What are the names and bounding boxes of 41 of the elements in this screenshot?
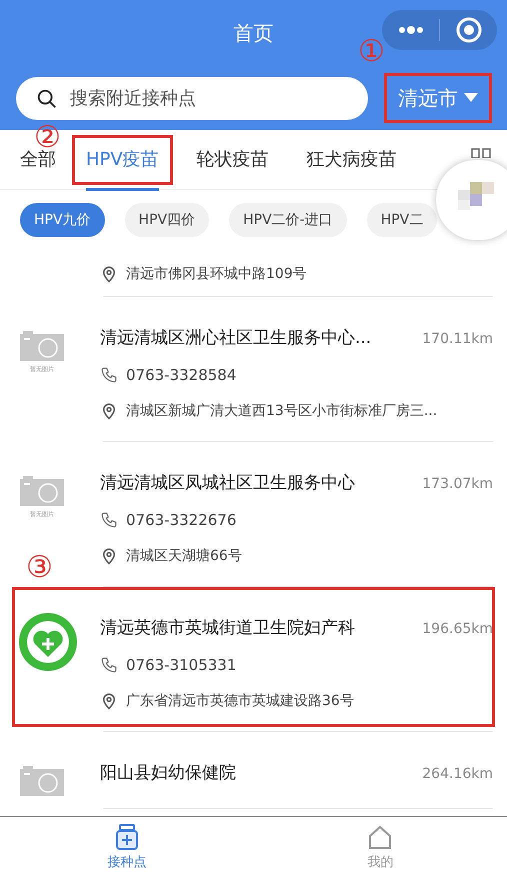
address-text: 清城区新城广清大道西13号区小市街标准厂房三... xyxy=(126,402,438,420)
page-title: 首页 xyxy=(234,20,274,46)
site-name: 清远清城区洲心社区卫生服务中心... xyxy=(100,327,372,350)
annotation-number: ① xyxy=(358,37,385,67)
phone-icon xyxy=(100,656,118,674)
address-text: 清城区天湖塘66号 xyxy=(126,546,242,566)
category-tab[interactable]: 轮状疫苗 xyxy=(182,134,283,184)
address-text: 清远市佛冈县环城中路109号 xyxy=(126,264,307,284)
phone-icon xyxy=(100,511,118,529)
filter-chip[interactable]: HPV四价 xyxy=(124,203,210,237)
location-pin-icon xyxy=(100,692,118,710)
nav-tab[interactable]: 接种点 xyxy=(0,817,254,878)
distance-text: 264.16km xyxy=(422,764,493,784)
site-name: 阳山县妇幼保健院 xyxy=(100,762,236,786)
distance-text: 173.07km xyxy=(422,474,493,494)
phone-number: 0763-3322676 xyxy=(126,510,236,531)
phone-icon xyxy=(100,366,118,384)
grid-menu-icon[interactable] xyxy=(471,148,491,158)
filter-chip[interactable]: HPV九价 xyxy=(20,203,105,237)
category-tab[interactable]: HPV疫苗 xyxy=(72,134,173,184)
camera-icon xyxy=(20,766,64,796)
search-field[interactable]: 搜索附近接种点 xyxy=(16,76,368,120)
filter-chip[interactable]: HPV二价-进口 xyxy=(229,203,347,237)
location-pin-icon xyxy=(100,402,118,420)
distance-text: 170.11km xyxy=(422,330,493,348)
category-tab[interactable]: 狂犬病疫苗 xyxy=(292,134,411,184)
phone-number: 0763-3105331 xyxy=(126,654,236,676)
phone-number: 0763-3328584 xyxy=(126,364,236,386)
caret-icon xyxy=(464,93,478,103)
site-name: 清远清城区凤城社区卫生服务中心 xyxy=(100,472,355,496)
distance-text: 196.65km xyxy=(422,620,493,638)
address-text: 广东省清远市英德市英城建设路36号 xyxy=(126,692,354,710)
search-icon xyxy=(36,88,58,110)
annotation-number: ③ xyxy=(26,553,53,583)
location-pin-icon xyxy=(100,547,118,565)
camera-icon xyxy=(20,331,64,361)
site-name: 清远英德市英城街道卫生院妇产科 xyxy=(100,617,355,640)
camera-icon xyxy=(20,476,64,506)
filter-chip[interactable]: HPV二 xyxy=(366,203,438,237)
location-pin-icon xyxy=(100,265,118,283)
heart-logo-icon xyxy=(19,613,77,671)
